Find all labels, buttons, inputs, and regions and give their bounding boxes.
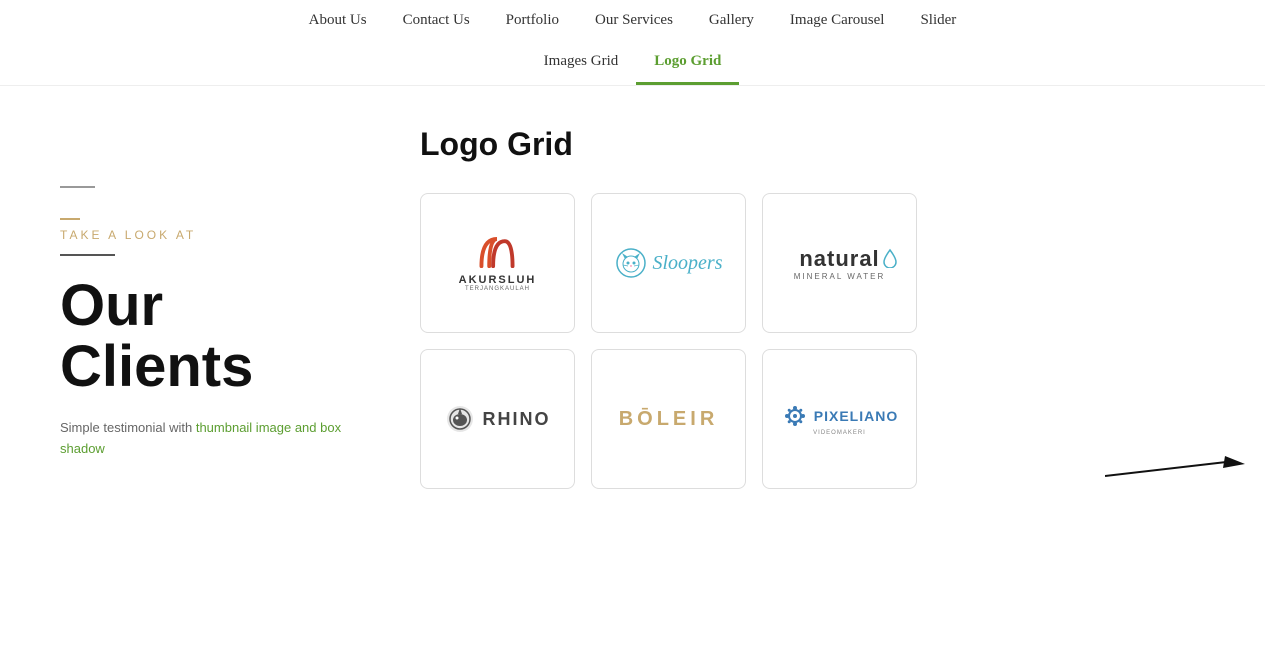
subtitle-accent-line: [60, 218, 80, 220]
natural-mineral-text: MINERAL WATER: [794, 272, 885, 281]
logo-cell-boleir: BŌLEIR: [591, 349, 746, 489]
logo-akursluh: AKURSLUH TERJANGKAULAH: [459, 235, 537, 292]
logo-pixeliano: PIXELIANO VIDEOMAKERI: [781, 402, 898, 436]
take-a-look-label: TAKE A LOOK AT: [60, 228, 360, 242]
clients-heading: Our Clients: [60, 276, 360, 398]
logo-grid-title: Logo Grid: [420, 126, 1205, 163]
top-decorative-line: [60, 186, 95, 188]
logo-rhino: RHINO: [445, 404, 551, 434]
logo-natural: natural MINERAL WATER: [794, 246, 885, 281]
arrow-area: [1105, 456, 1245, 491]
pixeliano-row: PIXELIANO: [781, 402, 898, 430]
nav-our-services[interactable]: Our Services: [577, 0, 691, 41]
navigation: About Us Contact Us Portfolio Our Servic…: [0, 0, 1265, 86]
nav-logo-grid[interactable]: Logo Grid: [636, 41, 739, 85]
rhino-icon: [445, 404, 475, 434]
logo-cell-pixeliano: PIXELIANO VIDEOMAKERI: [762, 349, 917, 489]
boleir-text: BŌLEIR: [619, 408, 719, 431]
akursluh-icon: [472, 235, 522, 270]
left-panel: TAKE A LOOK AT Our Clients Simple testim…: [60, 126, 360, 489]
natural-text-wrap: natural: [799, 246, 879, 272]
nav-slider[interactable]: Slider: [902, 0, 974, 41]
logo-cell-sloopers: Sloopers: [591, 193, 746, 333]
divider-line: [60, 254, 115, 256]
pixeliano-icon: [781, 402, 809, 430]
pixeliano-brand-name: PIXELIANO: [814, 408, 898, 424]
nav-portfolio[interactable]: Portfolio: [488, 0, 577, 41]
nav-row-1: About Us Contact Us Portfolio Our Servic…: [20, 0, 1245, 41]
logo-cell-rhino: RHINO: [420, 349, 575, 489]
akursluh-brand-name: AKURSLUH: [459, 274, 537, 286]
nav-about-us[interactable]: About Us: [291, 0, 385, 41]
nav-contact-us[interactable]: Contact Us: [385, 0, 488, 41]
nav-image-carousel[interactable]: Image Carousel: [772, 0, 903, 41]
right-panel: Logo Grid AKURSLUH TERJANGKAULAH: [420, 126, 1205, 489]
akursluh-sub-name: TERJANGKAULAH: [465, 286, 530, 292]
nav-gallery[interactable]: Gallery: [691, 0, 772, 41]
nav-row-2: Images Grid Logo Grid: [20, 41, 1245, 85]
sloopers-text: Sloopers: [653, 252, 723, 275]
sloopers-icon: [615, 247, 647, 279]
rhino-text: RHINO: [483, 409, 551, 430]
clients-description: Simple testimonial with thumbnail image …: [60, 418, 360, 460]
logo-cell-natural: natural MINERAL WATER: [762, 193, 917, 333]
arrow-icon: [1105, 456, 1245, 486]
pixeliano-sub: VIDEOMAKERI: [813, 430, 866, 436]
natural-brand-text: natural: [799, 246, 879, 271]
logo-grid: AKURSLUH TERJANGKAULAH: [420, 193, 1205, 489]
page-wrapper: About Us Contact Us Portfolio Our Servic…: [0, 0, 1265, 666]
logo-cell-akursluh: AKURSLUH TERJANGKAULAH: [420, 193, 575, 333]
water-drop-icon: [882, 248, 898, 268]
logo-sloopers: Sloopers: [615, 247, 723, 279]
page-content: TAKE A LOOK AT Our Clients Simple testim…: [0, 86, 1265, 529]
nav-images-grid[interactable]: Images Grid: [526, 41, 637, 85]
